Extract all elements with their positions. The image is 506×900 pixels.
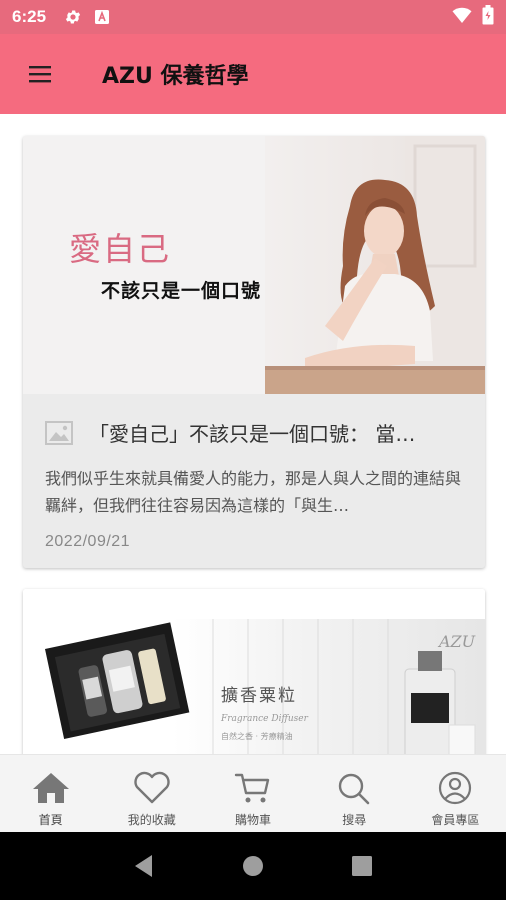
image-icon	[45, 420, 73, 445]
battery-icon	[482, 4, 494, 30]
nav-item-search[interactable]: 搜尋	[304, 755, 405, 832]
wifi-icon	[452, 6, 472, 29]
hero-title: 擴香粟粒	[221, 686, 297, 706]
heart-icon	[134, 771, 170, 804]
hero-brand: AZU	[437, 632, 476, 651]
nav-label: 首頁	[38, 813, 63, 827]
nav-label: 搜尋	[342, 813, 367, 827]
nav-item-home[interactable]: 首頁	[0, 755, 101, 832]
home-icon	[32, 773, 69, 803]
home-circle-icon[interactable]	[240, 853, 266, 879]
article-feed[interactable]: 愛自己 不該只是一個口號 「愛自己」不該只是一個口號： 當… 我們似乎生來就具備…	[0, 114, 506, 754]
app-title: AZU 保養哲學	[102, 64, 249, 89]
bottom-navigation: 首頁 我的收藏 購物車 搜尋 會員專區	[0, 754, 506, 832]
hero-portrait-illustration	[265, 136, 485, 394]
product-hero-image: AZU 擴香粟粒 Fragrance Diffuser 自然之香 · 芳療精油	[23, 589, 485, 754]
article-card[interactable]: AZU 擴香粟粒 Fragrance Diffuser 自然之香 · 芳療精油	[23, 589, 485, 754]
user-icon	[439, 771, 472, 805]
nav-item-favorites[interactable]: 我的收藏	[101, 755, 202, 832]
gear-icon	[64, 8, 82, 26]
hero-script: Fragrance Diffuser	[220, 714, 309, 724]
nav-label: 會員專區	[431, 813, 480, 827]
article-date: 2022/09/21	[45, 533, 131, 550]
nav-label: 我的收藏	[127, 813, 176, 827]
article-card[interactable]: 愛自己 不該只是一個口號 「愛自己」不該只是一個口號： 當… 我們似乎生來就具備…	[23, 136, 485, 568]
nav-item-cart[interactable]: 購物車	[202, 755, 303, 832]
article-title[interactable]: 「愛自己」不該只是一個口號： 當…	[89, 418, 415, 447]
search-icon	[339, 773, 370, 805]
hero-caption: 自然之香 · 芳療精油	[221, 731, 293, 741]
article-hero-image: 愛自己 不該只是一個口號	[23, 136, 485, 394]
system-navigation-bar	[0, 832, 506, 900]
cart-icon	[234, 773, 270, 803]
status-time: 6:25	[12, 7, 47, 26]
app-bar: AZU 保養哲學	[0, 34, 506, 114]
recents-icon[interactable]	[350, 854, 374, 878]
back-icon[interactable]	[132, 853, 156, 879]
status-bar: 6:25	[0, 0, 506, 34]
nav-item-member[interactable]: 會員專區	[405, 755, 506, 832]
hero-subtitle: 不該只是一個口號	[101, 280, 262, 302]
a-badge-icon	[94, 9, 110, 25]
hero-title: 愛自己	[69, 230, 172, 268]
article-card-body: 「愛自己」不該只是一個口號： 當… 我們似乎生來就具備愛人的能力，那是人與人之間…	[23, 394, 485, 551]
hamburger-menu-icon[interactable]	[0, 34, 80, 114]
article-excerpt: 我們似乎生來就具備愛人的能力，那是人與人之間的連結與羈絆，但我們往往容易因為這樣…	[45, 469, 461, 515]
nav-label: 購物車	[235, 813, 272, 827]
